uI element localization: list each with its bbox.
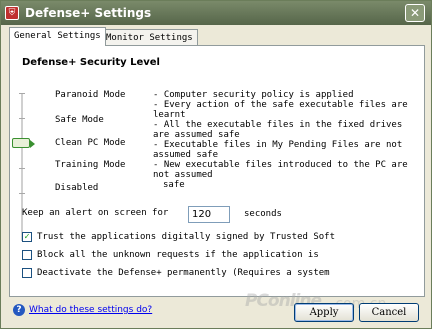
checkbox-label: Trust the applications digitally signed …	[37, 232, 336, 242]
alert-duration-label: Keep an alert on screen for maximum	[22, 208, 169, 217]
tab-label: Monitor Settings	[106, 33, 193, 43]
mode-paranoid[interactable]: Paranoid Mode	[55, 90, 125, 100]
title-bar[interactable]: ⛨ Defense+ Settings ✕	[1, 1, 431, 25]
mode-safe[interactable]: Safe Mode	[55, 115, 104, 125]
help-row[interactable]: ? What do these settings do?	[13, 304, 152, 316]
alert-duration-unit: seconds	[244, 209, 282, 219]
checkbox-label: Deactivate the Defense+ permanently (Req…	[37, 268, 330, 278]
cancel-button[interactable]: Cancel	[359, 303, 419, 322]
checkbox-label: Block all the unknown requests if the ap…	[37, 250, 319, 260]
apply-button[interactable]: Apply	[294, 303, 354, 322]
security-level-slider-thumb[interactable]	[12, 138, 35, 148]
help-icon[interactable]: ?	[13, 304, 25, 316]
slider-tick	[19, 168, 25, 169]
trust-signed-apps-checkbox[interactable]: ✓	[22, 232, 32, 242]
block-unknown-requests-option[interactable]: Block all the unknown requests if the ap…	[22, 250, 319, 260]
tab-label: General Settings	[14, 31, 101, 41]
deactivate-defense-option[interactable]: Deactivate the Defense+ permanently (Req…	[22, 268, 330, 278]
security-level-heading: Defense+ Security Level	[22, 57, 160, 68]
tab-general-settings[interactable]: General Settings	[9, 27, 106, 46]
mode-description: - Every action of the safe executable fi…	[153, 100, 408, 120]
security-level-slider-track[interactable]	[21, 93, 23, 241]
slider-tick	[19, 118, 25, 119]
block-unknown-requests-checkbox[interactable]	[22, 250, 32, 260]
trust-signed-apps-option[interactable]: ✓ Trust the applications digitally signe…	[22, 232, 335, 242]
slider-tick	[19, 93, 25, 94]
help-link[interactable]: What do these settings do?	[29, 305, 152, 315]
mode-description: - All the executable files in the fixed …	[153, 120, 403, 140]
close-button[interactable]: ✕	[405, 4, 425, 22]
mode-description: - Executable files in My Pending Files a…	[153, 140, 403, 160]
slider-tick	[19, 193, 25, 194]
general-settings-panel: Defense+ Security Level Paranoid Mode Sa…	[9, 45, 425, 297]
shield-icon: ⛨	[5, 6, 19, 20]
deactivate-defense-checkbox[interactable]	[22, 268, 32, 278]
mode-description: - Computer security policy is applied	[153, 90, 354, 100]
alert-duration-input[interactable]: 120	[188, 206, 230, 223]
mode-clean-pc[interactable]: Clean PC Mode	[55, 138, 125, 148]
tab-monitor-settings[interactable]: Monitor Settings	[101, 29, 198, 46]
mode-disabled[interactable]: Disabled	[55, 183, 98, 193]
mode-training[interactable]: Training Mode	[55, 160, 125, 170]
mode-description: - New executable files introduced to the…	[153, 160, 408, 180]
window-title: Defense+ Settings	[25, 6, 152, 20]
defense-settings-window: ⛨ Defense+ Settings ✕ General Settings M…	[0, 0, 432, 329]
mode-description: safe	[163, 180, 185, 190]
close-icon: ✕	[409, 6, 421, 20]
